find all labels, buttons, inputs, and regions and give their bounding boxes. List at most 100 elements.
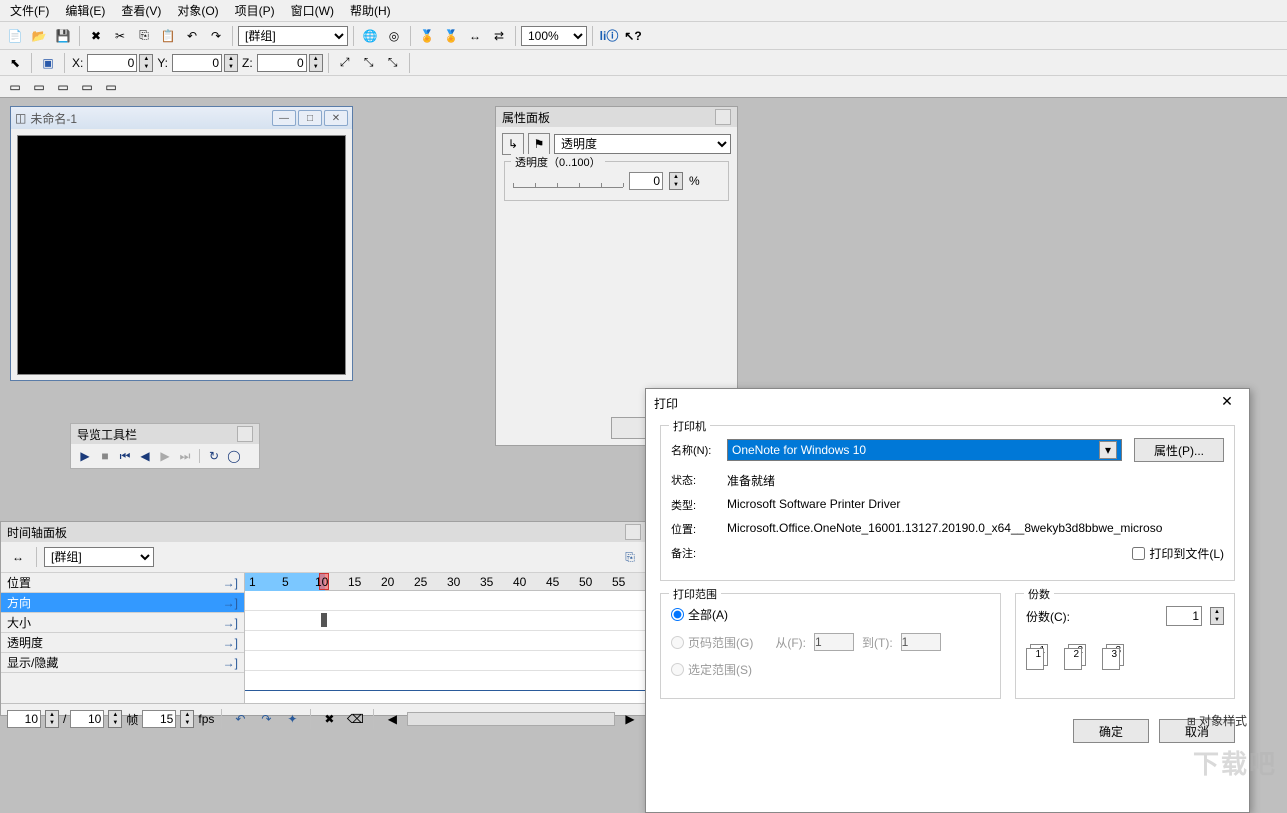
cycle-icon[interactable]: ◯	[226, 448, 242, 464]
tl-group-combo[interactable]: [群组]	[44, 547, 154, 567]
group-combo[interactable]: [群组]	[238, 26, 348, 46]
tl-scroll-left-icon[interactable]: ◀	[381, 708, 403, 730]
view1-icon[interactable]: ▭	[4, 76, 26, 98]
object-style-label[interactable]: ⊞ 对象样式	[1187, 712, 1247, 729]
axis1-icon[interactable]: ⤢	[334, 52, 356, 74]
last-icon[interactable]: ⏭	[177, 448, 193, 464]
ok-button[interactable]: 确定	[1073, 719, 1149, 743]
axis2-icon[interactable]: ⤡	[358, 52, 380, 74]
tl-scrollbar[interactable]	[407, 712, 615, 726]
menu-object[interactable]: 对象(O)	[169, 0, 226, 21]
delete-icon[interactable]: ✖	[85, 25, 107, 47]
prop-combo[interactable]: 透明度	[554, 134, 731, 154]
x-spinner[interactable]: ▲▼	[139, 54, 153, 72]
tl-next-key-icon[interactable]: ↷	[255, 708, 277, 730]
prop-btn2-icon[interactable]: ⚑	[528, 133, 550, 155]
copies-input[interactable]	[1166, 606, 1202, 626]
properties-button[interactable]: 属性(P)...	[1134, 438, 1224, 462]
tl-ruler[interactable]: 151015202530354045505560	[245, 573, 647, 591]
y-spinner[interactable]: ▲▼	[224, 54, 238, 72]
save-icon[interactable]: 💾	[52, 25, 74, 47]
range-all-radio[interactable]	[671, 608, 684, 621]
tl-prop-透明度[interactable]: 透明度→]	[1, 633, 244, 653]
cut-icon[interactable]: ✂	[109, 25, 131, 47]
menu-edit[interactable]: 编辑(E)	[57, 0, 113, 21]
zoom-combo[interactable]: 100%	[521, 26, 587, 46]
tl-del-key-icon[interactable]: ✖	[318, 708, 340, 730]
tl-fps-spinner[interactable]: ▲▼	[180, 710, 194, 728]
info-icon[interactable]: lіⓘ	[598, 25, 620, 47]
view4-icon[interactable]: ▭	[76, 76, 98, 98]
tl-prop-大小[interactable]: 大小→]	[1, 613, 244, 633]
tl-track[interactable]	[245, 591, 647, 611]
printer-combo[interactable]: OneNote for Windows 10 ▾	[727, 439, 1122, 461]
view5-icon[interactable]: ▭	[100, 76, 122, 98]
loop-icon[interactable]: ↻	[206, 448, 222, 464]
tl-end-input[interactable]	[70, 710, 104, 728]
tl-prop-方向[interactable]: 方向→]	[1, 593, 244, 613]
copies-spinner[interactable]: ▲▼	[1210, 607, 1224, 625]
tl-track[interactable]	[245, 671, 647, 691]
tl-track[interactable]	[245, 651, 647, 671]
tl-prop-显示/隐藏[interactable]: 显示/隐藏→]	[1, 653, 244, 673]
minimize-icon[interactable]: —	[272, 110, 296, 126]
paste-icon[interactable]: 📋	[157, 25, 179, 47]
link-icon[interactable]: ↔	[464, 25, 486, 47]
tl-end-spinner[interactable]: ▲▼	[108, 710, 122, 728]
menu-window[interactable]: 窗口(W)	[283, 0, 342, 21]
menu-project[interactable]: 项目(P)	[227, 0, 283, 21]
chevron-down-icon[interactable]: ▾	[1099, 441, 1117, 459]
nav-close-icon[interactable]	[237, 426, 253, 442]
tl-prop-位置[interactable]: 位置→]	[1, 573, 244, 593]
tl-start-input[interactable]	[7, 710, 41, 728]
tl-start-spinner[interactable]: ▲▼	[45, 710, 59, 728]
view2-icon[interactable]: ▭	[28, 76, 50, 98]
print-to-file-checkbox[interactable]	[1132, 547, 1145, 560]
tl-copy-icon[interactable]: ⎘	[619, 546, 641, 568]
menu-file[interactable]: 文件(F)	[2, 0, 57, 21]
opacity-slider[interactable]	[513, 174, 623, 188]
tl-tracks[interactable]: 151015202530354045505560	[245, 573, 647, 703]
next-icon[interactable]: ▶	[157, 448, 173, 464]
tl-track[interactable]	[245, 631, 647, 651]
tl-arrow-icon[interactable]: ↔	[7, 546, 29, 568]
stop-icon[interactable]: ■	[97, 448, 113, 464]
tl-scroll-right-icon[interactable]: ▶	[619, 708, 641, 730]
prop-btn1-icon[interactable]: ↳	[502, 133, 524, 155]
menu-view[interactable]: 查看(V)	[113, 0, 169, 21]
z-input[interactable]	[257, 54, 307, 72]
close-icon[interactable]: ✕	[324, 110, 348, 126]
help-icon[interactable]: ↖?	[622, 25, 644, 47]
tl-add-key-icon[interactable]: ✦	[281, 708, 303, 730]
axis3-icon[interactable]: ⤡	[382, 52, 404, 74]
play-icon[interactable]: ▶	[77, 448, 93, 464]
z-spinner[interactable]: ▲▼	[309, 54, 323, 72]
tl-track[interactable]	[245, 611, 647, 631]
dialog-close-icon[interactable]: ✕	[1213, 393, 1241, 413]
bounds-icon[interactable]: ▣	[37, 52, 59, 74]
dialog-titlebar[interactable]: 打印 ✕	[646, 389, 1249, 417]
opacity-input[interactable]	[629, 172, 663, 190]
cursor-icon[interactable]: ⬉	[4, 52, 26, 74]
medal2-icon[interactable]: 🏅	[440, 25, 462, 47]
tl-clear-icon[interactable]: ⌫	[344, 708, 366, 730]
tl-prev-key-icon[interactable]: ↶	[229, 708, 251, 730]
prev-icon[interactable]: ◀	[137, 448, 153, 464]
canvas[interactable]	[17, 135, 346, 375]
opacity-spinner[interactable]: ▲▼	[669, 172, 683, 190]
keyframe-icon[interactable]	[321, 613, 327, 627]
new-doc-icon[interactable]: 📄	[4, 25, 26, 47]
open-icon[interactable]: 📂	[28, 25, 50, 47]
x-input[interactable]	[87, 54, 137, 72]
doc-titlebar[interactable]: ◫ 未命名-1 — □ ✕	[11, 107, 352, 129]
menu-help[interactable]: 帮助(H)	[342, 0, 399, 21]
prop-close-icon[interactable]	[715, 109, 731, 125]
copy-icon[interactable]: ⎘	[133, 25, 155, 47]
maximize-icon[interactable]: □	[298, 110, 322, 126]
y-input[interactable]	[172, 54, 222, 72]
chain-icon[interactable]: ⇄	[488, 25, 510, 47]
undo-icon[interactable]: ↶	[181, 25, 203, 47]
medal1-icon[interactable]: 🏅	[416, 25, 438, 47]
timeline-close-icon[interactable]	[625, 524, 641, 540]
tl-fps-input[interactable]	[142, 710, 176, 728]
